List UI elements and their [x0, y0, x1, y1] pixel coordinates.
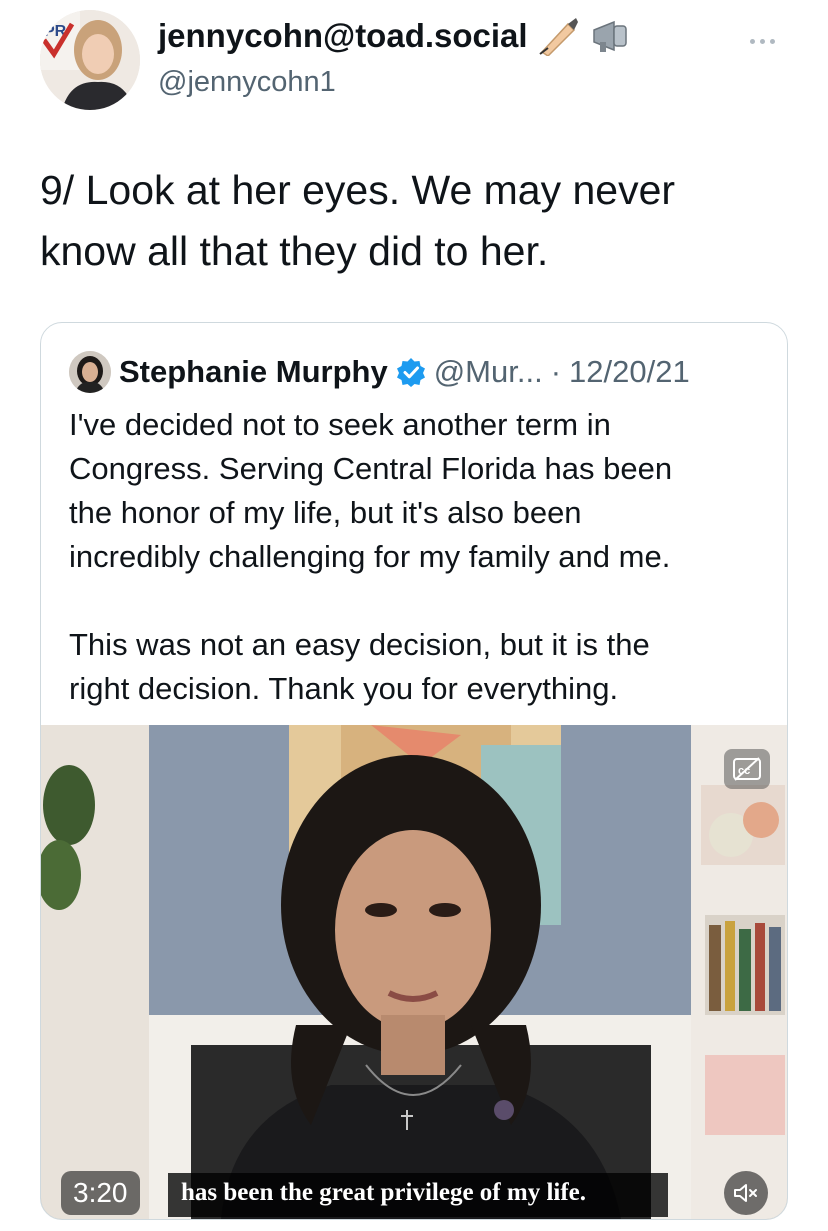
- video-player[interactable]: cc has been the great privilege of my li…: [41, 725, 787, 1219]
- author-display-name-row[interactable]: jennycohn@toad.social: [158, 16, 632, 57]
- author-handle[interactable]: @jennycohn1: [158, 66, 336, 99]
- tweet-text: 9/ Look at her eyes. We may never know a…: [40, 167, 676, 274]
- quoted-tweet-text: I've decided not to seek another term in…: [69, 407, 673, 706]
- video-duration-badge: 3:20: [61, 1171, 140, 1215]
- quoted-author-avatar[interactable]: [69, 351, 111, 393]
- mute-icon[interactable]: [724, 1171, 768, 1215]
- quoted-author-handle[interactable]: @Mur...: [434, 354, 543, 390]
- video-frame: [41, 725, 787, 1219]
- quoted-tweet-date[interactable]: 12/20/21: [569, 354, 690, 390]
- quoted-tweet-card[interactable]: Stephanie Murphy @Mur... · 12/20/21 I've…: [40, 322, 788, 1220]
- more-options-icon[interactable]: [750, 36, 790, 46]
- author-avatar[interactable]: PR: [40, 10, 140, 110]
- verified-badge-icon: [396, 357, 426, 387]
- megaphone-emoji-icon: [590, 16, 632, 56]
- writing-hand-emoji-icon: [538, 16, 580, 57]
- video-caption: has been the great privilege of my life.: [181, 1179, 587, 1206]
- meta-separator: ·: [550, 354, 562, 389]
- author-display-name[interactable]: jennycohn@toad.social: [158, 17, 528, 55]
- quoted-author-name[interactable]: Stephanie Murphy: [119, 354, 388, 390]
- closed-captions-icon[interactable]: cc: [724, 749, 770, 789]
- quoted-tweet-header: Stephanie Murphy @Mur... · 12/20/21: [69, 351, 690, 393]
